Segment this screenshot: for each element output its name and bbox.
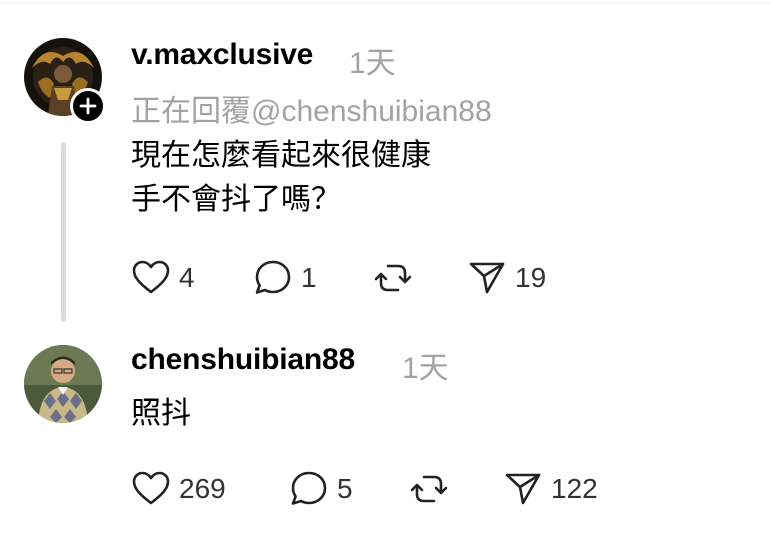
comment-count: 5 bbox=[337, 473, 353, 504]
comment-button[interactable]: 5 bbox=[289, 469, 353, 509]
reply-post: chenshuibian88 1天 照抖 269 5 122 bbox=[0, 0, 771, 536]
avatar[interactable] bbox=[24, 345, 102, 423]
username[interactable]: chenshuibian88 bbox=[131, 343, 355, 377]
post-text-line: 照抖 bbox=[131, 397, 191, 430]
send-icon bbox=[505, 473, 541, 505]
like-count: 269 bbox=[179, 473, 226, 504]
heart-icon bbox=[132, 471, 170, 505]
share-button[interactable]: 122 bbox=[503, 469, 598, 509]
repost-button[interactable] bbox=[409, 469, 449, 509]
comment-icon bbox=[291, 471, 327, 505]
timestamp: 1天 bbox=[402, 352, 449, 385]
post-text: 照抖 bbox=[131, 392, 191, 436]
like-button[interactable]: 269 bbox=[131, 469, 226, 509]
share-count: 122 bbox=[551, 473, 598, 504]
repost-icon bbox=[410, 475, 448, 503]
